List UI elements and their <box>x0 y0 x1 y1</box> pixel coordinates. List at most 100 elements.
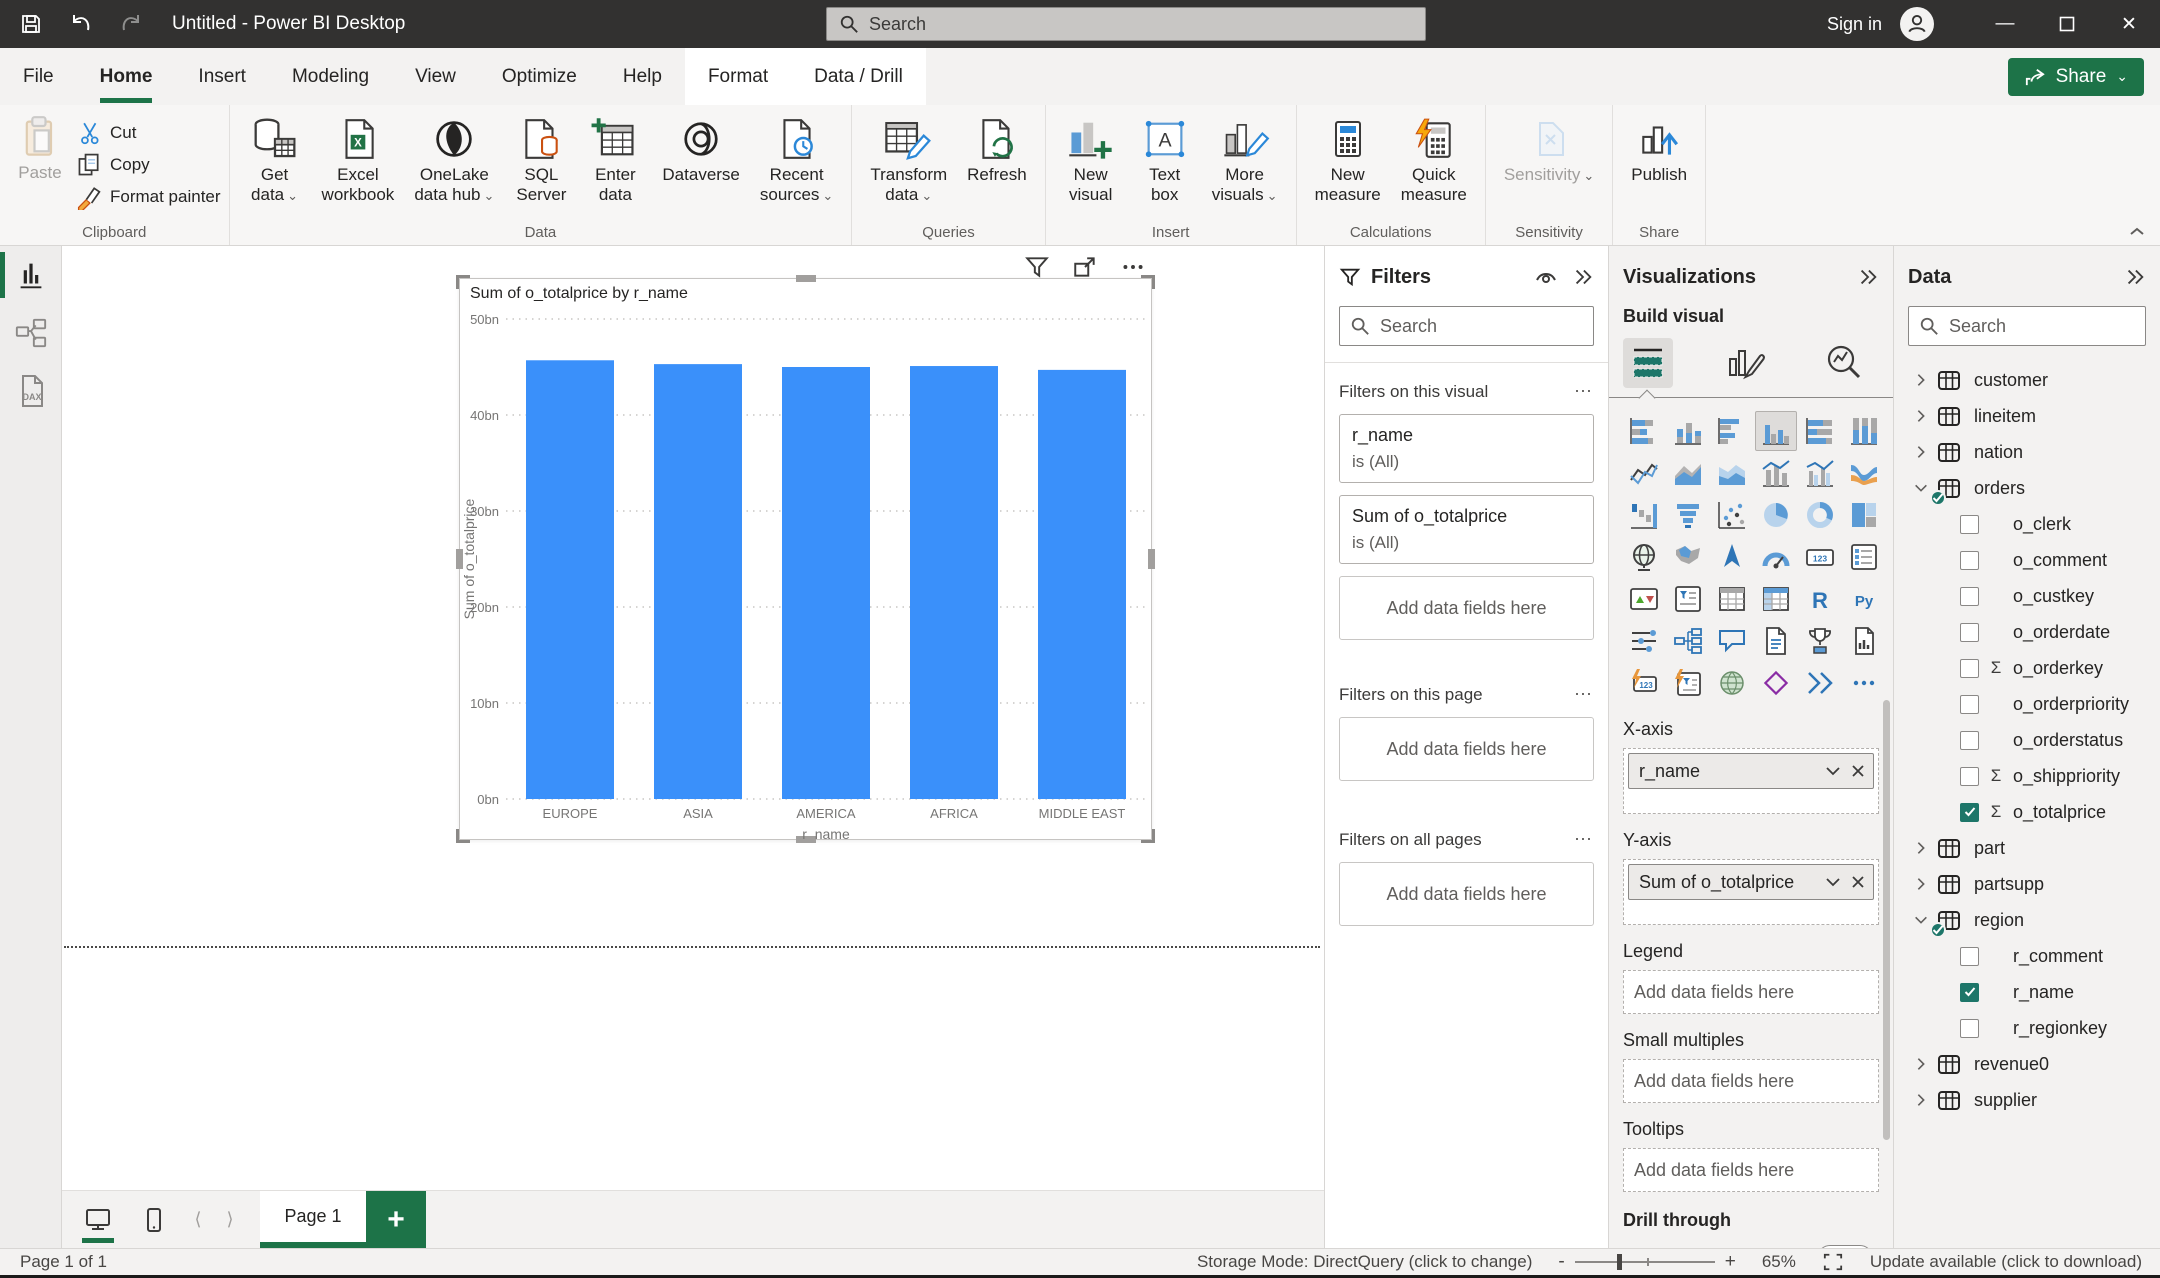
field-row-o-orderpriority[interactable]: o_orderpriority <box>1908 686 2146 722</box>
table-row-supplier[interactable]: supplier <box>1908 1082 2146 1118</box>
new-page-button[interactable]: + <box>366 1191 426 1248</box>
python-visual-icon[interactable]: Py <box>1843 579 1885 619</box>
share-button[interactable]: Share ⌄ <box>2008 58 2144 96</box>
new-slicer-icon[interactable] <box>1667 663 1709 703</box>
paginated-report-icon[interactable] <box>1843 621 1885 661</box>
field-checkbox[interactable] <box>1960 947 1979 966</box>
add-data-fields-dropzone[interactable]: Add data fields here <box>1339 576 1594 640</box>
more-visuals-button[interactable]: Morevisuals⌄ <box>1202 111 1288 208</box>
funnel-chart-icon[interactable] <box>1667 495 1709 535</box>
area-chart-icon[interactable] <box>1667 453 1709 493</box>
collapse-pane-icon[interactable] <box>2124 266 2146 288</box>
search-input[interactable] <box>869 14 1413 35</box>
collapse-pane-icon[interactable] <box>1572 266 1594 288</box>
table-row-customer[interactable]: customer <box>1908 362 2146 398</box>
field-row-r-comment[interactable]: r_comment <box>1908 938 2146 974</box>
scatter-chart-icon[interactable] <box>1711 495 1753 535</box>
publish-button[interactable]: Publish <box>1621 111 1697 187</box>
field-checkbox[interactable] <box>1960 515 1979 534</box>
well-small-multiples-dropzone[interactable]: Add data fields here <box>1623 1059 1879 1103</box>
r-script-visual-icon[interactable]: R <box>1799 579 1841 619</box>
field-row-o-shippriority[interactable]: Σ o_shippriority <box>1908 758 2146 794</box>
slicer-icon[interactable] <box>1667 579 1709 619</box>
enter-data-button[interactable]: Enterdata <box>578 111 652 207</box>
chevron-right-icon[interactable] <box>1908 876 1934 892</box>
metrics-icon[interactable] <box>1799 621 1841 661</box>
decomposition-tree-icon[interactable] <box>1667 621 1709 661</box>
paste-button[interactable]: Paste <box>8 111 72 187</box>
cut-button[interactable]: Cut <box>76 117 221 149</box>
chevron-right-icon[interactable] <box>1908 840 1934 856</box>
well-x-axis[interactable]: r_name <box>1623 748 1879 814</box>
well-y-axis[interactable]: Sum of o_totalprice <box>1623 859 1879 925</box>
filters-search-input[interactable] <box>1380 316 1608 337</box>
transform-data-button[interactable]: Transformdata⌄ <box>860 111 957 208</box>
undo-icon[interactable] <box>68 11 94 37</box>
card-icon[interactable]: 123 <box>1799 537 1841 577</box>
focus-mode-icon[interactable] <box>1072 254 1098 280</box>
kpi-icon[interactable] <box>1623 579 1665 619</box>
multi-row-card-icon[interactable] <box>1843 537 1885 577</box>
ribbon-chart-icon[interactable] <box>1843 453 1885 493</box>
field-row-r-regionkey[interactable]: r_regionkey <box>1908 1010 2146 1046</box>
global-search[interactable] <box>826 7 1426 41</box>
field-checkbox[interactable] <box>1960 659 1979 678</box>
minimize-button[interactable]: — <box>1974 0 2036 48</box>
resize-handle-top[interactable] <box>796 275 816 282</box>
previous-page-icon[interactable]: ⟨ <box>182 1191 214 1248</box>
remove-field-icon[interactable] <box>1851 764 1865 778</box>
zoom-slider[interactable]: - + <box>1558 1251 1735 1273</box>
field-checkbox[interactable] <box>1960 587 1979 606</box>
menu-tab-optimize[interactable]: Optimize <box>479 48 600 105</box>
quick-measure-button[interactable]: Quickmeasure <box>1391 111 1477 207</box>
model-view-icon[interactable] <box>0 304 62 362</box>
gauge-icon[interactable] <box>1755 537 1797 577</box>
table-row-lineitem[interactable]: lineitem <box>1908 398 2146 434</box>
analytics-tab-icon[interactable] <box>1819 338 1869 388</box>
eye-icon[interactable] <box>1534 268 1558 286</box>
line-chart-icon[interactable] <box>1623 453 1665 493</box>
field-checkbox[interactable] <box>1960 695 1979 714</box>
get-data-button[interactable]: Getdata⌄ <box>238 111 312 208</box>
recent-sources-button[interactable]: Recentsources⌄ <box>750 111 843 208</box>
chevron-down-icon[interactable] <box>1825 765 1841 777</box>
menu-tab-modeling[interactable]: Modeling <box>269 48 392 105</box>
well-legend-dropzone[interactable]: Add data fields here <box>1623 970 1879 1014</box>
sign-in-link[interactable]: Sign in <box>1827 14 1882 35</box>
filters-search[interactable] <box>1339 306 1594 346</box>
field-row-o-orderstatus[interactable]: o_orderstatus <box>1908 722 2146 758</box>
zoom-out-icon[interactable]: - <box>1558 1251 1564 1273</box>
format-painter-button[interactable]: Format painter <box>76 181 221 213</box>
stacked-bar-chart-icon[interactable] <box>1623 411 1665 451</box>
menu-tab-home[interactable]: Home <box>77 48 176 105</box>
menu-tab-view[interactable]: View <box>392 48 479 105</box>
save-icon[interactable] <box>18 11 44 37</box>
filter-card-sum-of-o-totalprice[interactable]: Sum of o_totalpriceis (All) <box>1339 495 1594 564</box>
line-and-clustered-column-chart-icon[interactable] <box>1799 453 1841 493</box>
new-measure-button[interactable]: Newmeasure <box>1305 111 1391 207</box>
field-row-r-name[interactable]: r_name <box>1908 974 2146 1010</box>
dataverse-button[interactable]: Dataverse <box>652 111 749 187</box>
refresh-button[interactable]: Refresh <box>957 111 1037 187</box>
add-data-fields-dropzone[interactable]: Add data fields here <box>1339 717 1594 781</box>
menu-tab-insert[interactable]: Insert <box>175 48 269 105</box>
zoom-slider-thumb[interactable] <box>1617 1254 1622 1270</box>
key-influencers-icon[interactable] <box>1623 621 1665 661</box>
sql-server-button[interactable]: SQLServer <box>504 111 578 207</box>
copy-button[interactable]: Copy <box>76 149 221 181</box>
line-and-stacked-column-chart-icon[interactable] <box>1755 453 1797 493</box>
100-stacked-column-chart-icon[interactable] <box>1843 411 1885 451</box>
more-options-icon[interactable]: ⋯ <box>1574 684 1594 705</box>
chevron-right-icon[interactable] <box>1908 444 1934 460</box>
clustered-bar-chart-icon[interactable] <box>1711 411 1753 451</box>
pie-chart-icon[interactable] <box>1755 495 1797 535</box>
more-options-icon[interactable]: ⋯ <box>1574 381 1594 402</box>
new-visual-button[interactable]: Newvisual <box>1054 111 1128 207</box>
field-checkbox[interactable] <box>1960 983 1979 1002</box>
new-card-icon[interactable]: 123 <box>1623 663 1665 703</box>
data-search-input[interactable] <box>1949 316 2160 337</box>
table-row-nation[interactable]: nation <box>1908 434 2146 470</box>
field-pill-r-name[interactable]: r_name <box>1628 753 1874 789</box>
menu-tab-help[interactable]: Help <box>600 48 685 105</box>
menu-tab-data-drill[interactable]: Data / Drill <box>791 48 926 105</box>
